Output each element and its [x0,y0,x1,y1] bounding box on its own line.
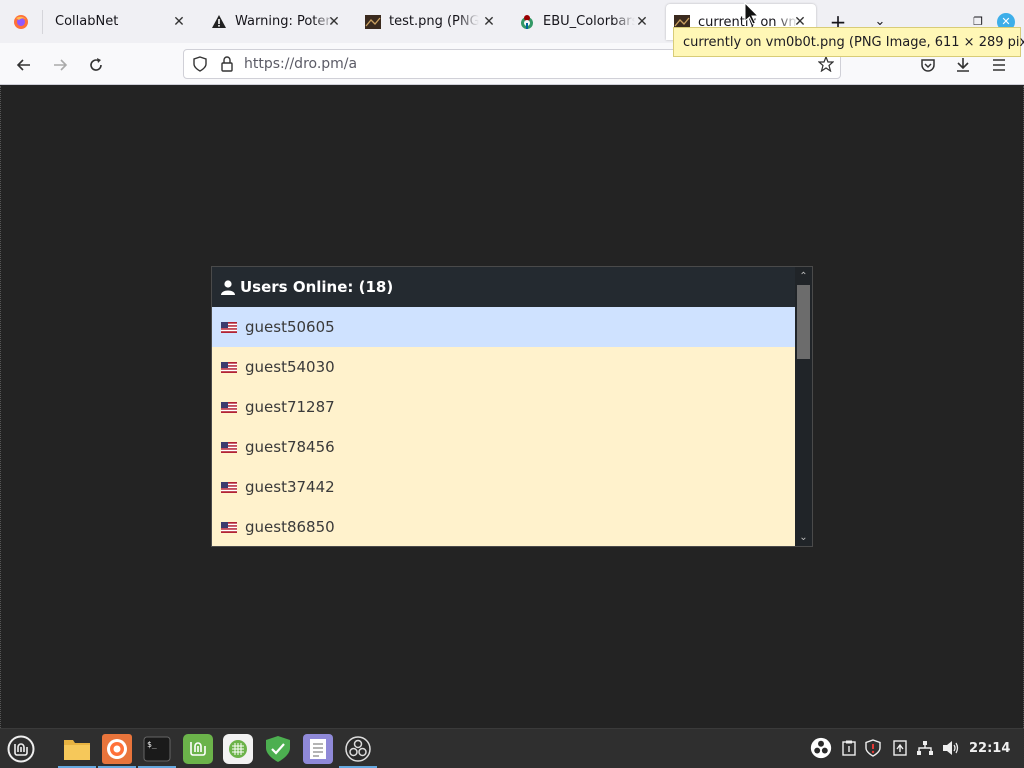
tab-separator [42,10,43,34]
taskbar-obs[interactable] [343,734,373,764]
us-flag-icon [221,441,237,453]
shield-icon[interactable] [192,56,208,72]
tab-firefox-view[interactable] [0,0,42,43]
firefox-icon [14,14,28,29]
tab-title: EBU_Colorbars.svg [543,14,635,29]
tab-warning[interactable]: Warning: Potential Security Risk ✕ [211,0,344,43]
users-online-panel: Users Online: (18) guest50605 guest54030… [211,266,813,547]
close-icon[interactable]: ✕ [634,14,650,30]
us-flag-icon [221,361,237,373]
users-online-title: Users Online: (18) [240,278,394,296]
warning-icon [212,14,226,28]
files-icon [64,740,90,760]
url-text[interactable]: https://dro.pm/a [244,56,357,72]
us-flag-icon [221,401,237,413]
pocket-icon [921,59,935,72]
reload-icon [90,58,102,71]
svg-text:$_: $_ [147,740,157,749]
star-icon[interactable] [818,56,834,72]
close-icon[interactable]: ✕ [326,14,342,30]
hamburger-menu-icon [993,59,1005,71]
tab-title: Warning: Potential Security Risk [235,14,335,29]
mint-update-icon [190,742,206,756]
volume-icon [943,741,959,755]
taskbar-shield[interactable] [263,734,293,764]
obs-icon [810,737,832,759]
firefox-icon [107,739,127,759]
tray-network[interactable] [915,738,935,758]
terminal-icon: $_ [143,736,171,762]
tray-clipboard[interactable] [839,738,859,758]
scroll-up-icon[interactable]: ⌃ [795,268,812,284]
taskbar-mint-update[interactable] [183,734,213,764]
lock-icon[interactable] [220,56,234,72]
network-wired-icon [917,741,933,755]
close-icon[interactable]: ✕ [171,14,187,30]
wikimedia-icon [521,14,533,29]
taskbar-firefox[interactable] [102,734,132,764]
users-scrollbar[interactable]: ⌃ ⌄ [795,267,812,546]
tab-tooltip: currently on vm0b0t.png (PNG Image, 611 … [673,27,1024,57]
scroll-thumb[interactable] [797,285,810,359]
taskbar: $_ 22:14 [0,728,1024,768]
taskbar-network[interactable] [223,734,253,764]
username[interactable]: guest50605 [245,318,335,336]
username[interactable]: guest54030 [245,358,335,376]
tab-test-png[interactable]: test.png (PNG Image) ✕ [365,0,499,43]
mint-menu-icon [7,735,35,763]
taskbar-text-editor[interactable] [303,734,333,764]
network-icon [229,740,247,758]
us-flag-icon [221,321,237,333]
user-list-item[interactable]: guest54030 [212,347,795,387]
text-editor-icon [310,739,326,759]
scroll-down-icon[interactable]: ⌄ [795,529,812,545]
taskbar-files[interactable] [62,734,92,764]
tray-updates[interactable] [890,738,910,758]
image-icon [365,14,381,29]
back-button[interactable] [10,51,38,79]
reload-button[interactable] [82,51,110,79]
users-online-header: Users Online: (18) [212,267,795,307]
tray-volume[interactable] [941,738,961,758]
us-flag-icon [221,521,237,533]
user-list-item[interactable]: guest71287 [212,387,795,427]
arrow-left-icon [16,59,30,71]
user-list-item[interactable]: guest50605 [212,307,795,347]
tray-shield[interactable] [863,738,883,758]
arrow-right-icon [54,59,68,71]
tab-title: CollabNet [55,14,167,29]
tab-ebu-colorbars[interactable]: EBU_Colorbars.svg ✕ [519,0,652,43]
close-icon[interactable]: ✕ [481,14,497,30]
tab-title: test.png (PNG Image) [389,14,479,29]
user-list-item[interactable]: guest37442 [212,467,795,507]
username[interactable]: guest37442 [245,478,335,496]
tooltip-text: currently on vm0b0t.png (PNG Image, 611 … [683,34,1024,50]
tray-obs[interactable] [809,736,833,760]
clock[interactable]: 22:14 [969,741,1010,756]
tab-collabnet[interactable]: CollabNet ✕ [55,0,190,43]
mouse-cursor-icon [744,2,760,25]
user-list-item[interactable]: guest78456 [212,427,795,467]
taskbar-terminal[interactable]: $_ [142,734,172,764]
shield-alert-icon [865,739,881,757]
clipboard-icon [842,740,856,756]
mint-menu-button[interactable] [6,734,36,764]
username[interactable]: guest86850 [245,518,335,536]
username[interactable]: guest71287 [245,398,335,416]
update-manager-icon [893,740,907,756]
shield-icon [266,736,290,762]
user-icon [221,279,235,295]
obs-icon [345,736,371,762]
download-icon [957,58,969,72]
username[interactable]: guest78456 [245,438,335,456]
user-list-item[interactable]: guest86850 [212,507,795,546]
us-flag-icon [221,481,237,493]
forward-button[interactable] [46,51,74,79]
